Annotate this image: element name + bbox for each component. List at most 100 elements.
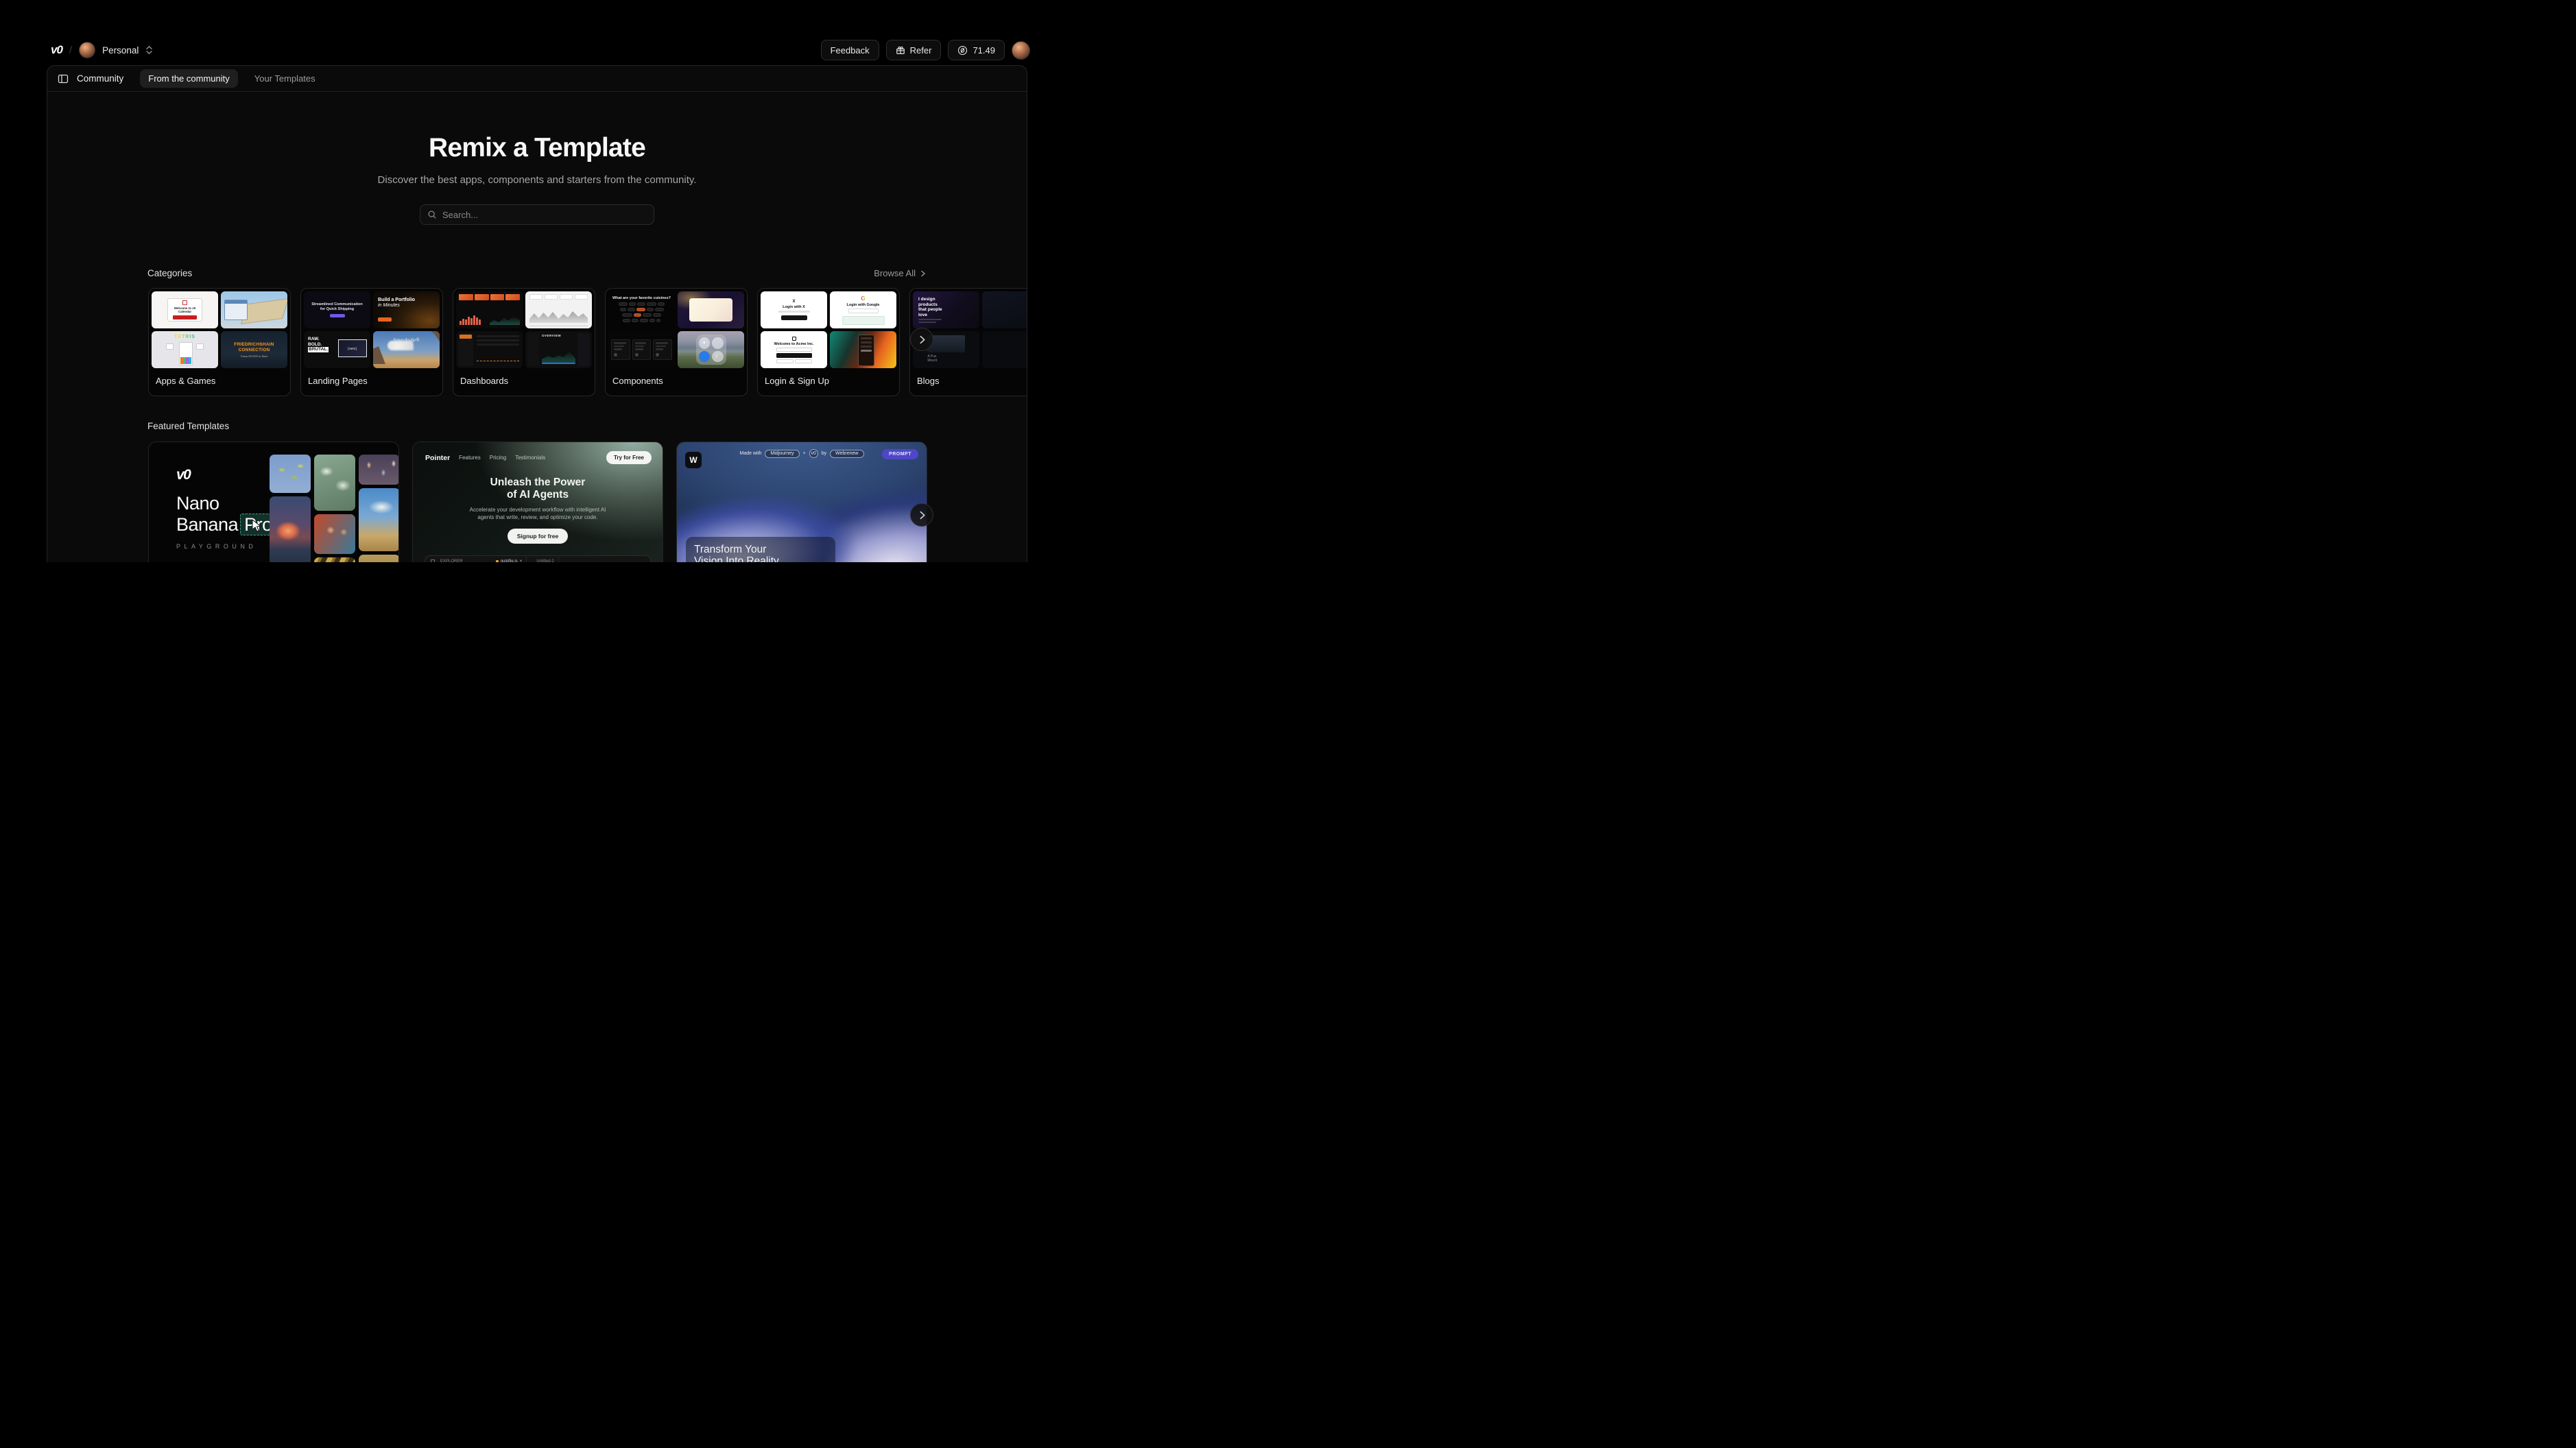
thumbnail-synecdoche-landing: Synecdoche® <box>373 331 440 368</box>
search-icon <box>427 210 437 219</box>
bluetooth-icon <box>712 337 724 349</box>
featured-card-webrenew[interactable]: Made with Midjourney + v0 by Webrenew W … <box>676 442 927 562</box>
featured-card-nano-banana[interactable]: v0 Nano BananaPro PLAYGROUND <box>148 442 399 562</box>
tab-from-the-community[interactable]: From the community <box>140 69 237 88</box>
thumbnail-blog-extra <box>982 331 1027 368</box>
categories-header: Categories Browse All <box>147 268 927 278</box>
thumbnail-tetris-game: TETRIS <box>152 331 218 368</box>
try-for-free-button: Try for Free <box>606 451 652 464</box>
nav-features: Features <box>459 455 481 461</box>
category-label: Dashboards <box>456 368 592 393</box>
v0-logo[interactable]: v0 <box>51 43 62 57</box>
midjourney-badge: Midjourney <box>765 450 799 458</box>
code-editor-preview: EXPLORER gulpfile.js× Untitled-2 ∨ VSCOD… <box>425 555 651 562</box>
feedback-label: Feedback <box>831 45 870 56</box>
browse-all-label: Browse All <box>874 268 916 278</box>
thumbnail-dashboard-overview: OVERVIEW <box>525 331 592 368</box>
refer-button[interactable]: Refer <box>886 40 942 60</box>
photo-collage <box>270 455 399 562</box>
v0-badge: v0 <box>809 449 818 458</box>
signup-free-button: Signup for free <box>508 529 568 544</box>
webrenew-badge: Webrenew <box>830 450 863 458</box>
webrenew-logo: W <box>685 452 702 468</box>
moon-icon: ☾ <box>712 351 724 363</box>
credits-icon <box>957 45 968 56</box>
photo-mountain-sunset <box>270 496 311 562</box>
v0-logo: v0 <box>176 467 276 483</box>
hero-subtitle: Discover the best apps, components and s… <box>47 174 1027 186</box>
credits-value: 71.49 <box>973 45 995 56</box>
nav-pricing: Pricing <box>490 455 506 461</box>
gift-icon <box>896 45 905 55</box>
photo-pills <box>359 455 399 485</box>
category-card-apps-games[interactable]: Welcome to v0 Calendar TETRIS FRIEDRICHS… <box>148 288 291 396</box>
thumbnail-blog-dark <box>982 291 1027 328</box>
categories-next-button[interactable] <box>910 328 933 351</box>
thumbnail-isometric-game <box>221 291 287 328</box>
sidebar-toggle-icon[interactable] <box>58 73 69 84</box>
photo-landscape <box>359 488 399 551</box>
categories-label: Categories <box>147 268 192 278</box>
playground-label: PLAYGROUND <box>176 543 276 550</box>
photo-grass <box>359 555 399 562</box>
workspace-name[interactable]: Personal <box>102 45 139 56</box>
chevron-right-icon <box>918 511 927 520</box>
hero-title: Remix a Template <box>47 133 1027 163</box>
thumbnail-testimonials <box>608 331 675 368</box>
thumbnail-portfolio-landing: Build a Portfolioin Minutes <box>373 291 440 328</box>
thumbnail-gradient-card <box>678 291 744 328</box>
category-label: Login & Sign Up <box>761 368 896 393</box>
thumbnail-calendar-app: Welcome to v0 Calendar <box>152 291 218 328</box>
category-label: Apps & Games <box>152 368 287 393</box>
thumbnail-friedrichshain-game: FRIEDRICHSHAIN CONNECTION Press ENTER to… <box>221 331 287 368</box>
search-box[interactable] <box>420 204 654 225</box>
photo-trees <box>314 455 355 511</box>
thumbnail-dashboard-light <box>525 291 592 328</box>
thumbnail-saas-landing: Streamlined Communication for Quick Ship… <box>304 291 370 328</box>
pointer-heading: Unleash the Power of AI Agents <box>413 476 663 500</box>
thumbnail-login-google: G Login with Google <box>830 291 896 328</box>
category-card-dashboards[interactable]: OVERVIEW Dashboards <box>453 288 595 396</box>
category-label: Blogs <box>913 368 1027 393</box>
thumbnail-cuisine-picker: What are your favorite cuisines? <box>608 291 675 328</box>
thumbnail-login-x: X Login with X <box>761 291 827 328</box>
thumbnail-dashboard-admin <box>456 331 523 368</box>
category-label: Landing Pages <box>304 368 440 393</box>
airplane-icon: ✈ <box>699 337 711 349</box>
categories-carousel: Welcome to v0 Calendar TETRIS FRIEDRICHS… <box>148 288 1027 396</box>
browse-all-link[interactable]: Browse All <box>874 268 927 278</box>
top-header: v0 / Personal Feedback Refer 71.49 <box>51 39 1030 61</box>
category-label: Components <box>608 368 744 393</box>
thumbnail-control-center: ✈ ☾ <box>678 331 744 368</box>
featured-next-button[interactable] <box>910 503 933 527</box>
feedback-button[interactable]: Feedback <box>821 40 879 60</box>
chevron-right-icon <box>918 335 927 344</box>
credits-button[interactable]: 71.49 <box>948 40 1005 60</box>
hero-section: Remix a Template Discover the best apps,… <box>47 133 1027 225</box>
photo-bottles <box>314 557 355 562</box>
refer-label: Refer <box>910 45 932 56</box>
featured-carousel: v0 Nano BananaPro PLAYGROUND <box>148 442 927 562</box>
photo-leaves <box>270 455 311 493</box>
panel-header: Community From the community Your Templa… <box>47 66 1027 92</box>
category-card-components[interactable]: What are your favorite cuisines? ✈ <box>605 288 748 396</box>
search-input[interactable] <box>442 210 647 220</box>
featured-card-pointer[interactable]: Pointer Features Pricing Testimonials Tr… <box>412 442 663 562</box>
workspace-switcher-icon[interactable] <box>145 45 153 55</box>
tab-your-templates[interactable]: Your Templates <box>246 69 324 88</box>
thumbnail-mobile-auth <box>830 331 896 368</box>
chevron-right-icon <box>920 270 927 277</box>
wifi-icon <box>699 351 711 363</box>
thumbnail-dashboard-orange <box>456 291 523 328</box>
photo-people <box>314 514 355 554</box>
community-panel: Community From the community Your Templa… <box>47 65 1027 562</box>
user-avatar[interactable] <box>1012 41 1030 60</box>
category-card-landing-pages[interactable]: Streamlined Communication for Quick Ship… <box>300 288 443 396</box>
category-card-login-signup[interactable]: X Login with X G Login with Google Welco… <box>757 288 900 396</box>
featured-header: Featured Templates <box>147 421 927 431</box>
workspace-avatar[interactable] <box>79 42 95 58</box>
nav-testimonials: Testimonials <box>515 455 545 461</box>
thumbnail-acme-signup: Welcome to Acme Inc. <box>761 331 827 368</box>
page-title: Community <box>77 73 123 84</box>
thumbnail-designer-blog: I design products that people love <box>913 291 979 328</box>
